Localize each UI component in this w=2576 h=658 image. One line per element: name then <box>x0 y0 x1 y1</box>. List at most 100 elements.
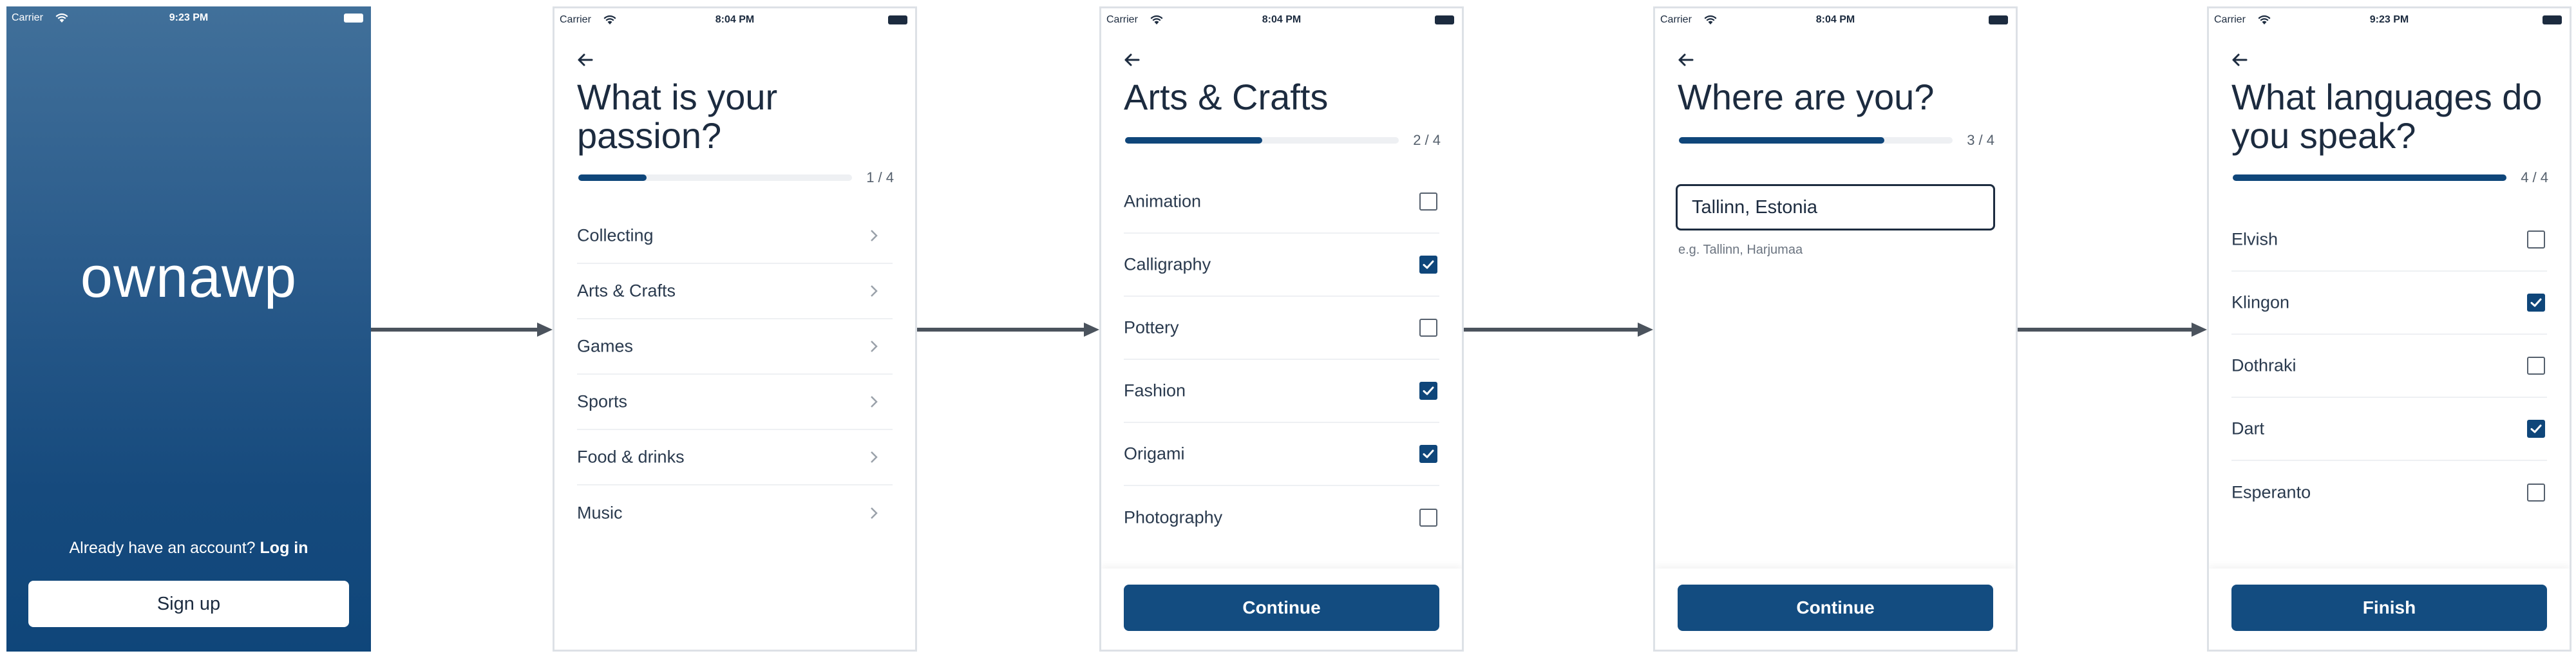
chevron-right-icon <box>871 230 878 241</box>
page-title: What languages do you speak? <box>2231 77 2543 156</box>
login-prompt-text: Already have an account? <box>69 539 256 557</box>
finish-button[interactable]: Finish <box>2231 585 2547 631</box>
checkbox[interactable] <box>2527 230 2545 249</box>
page-title: Where are you? <box>1678 77 1935 117</box>
list-item[interactable]: Dart <box>2231 398 2547 461</box>
chevron-right-icon <box>871 396 878 408</box>
checkbox-list: Animation Calligraphy Pottery Fashion Or… <box>1124 171 1439 549</box>
list-item-label: Esperanto <box>2231 482 2311 502</box>
footer-bar: Finish <box>2209 569 2570 650</box>
checkbox[interactable] <box>1419 193 1437 211</box>
progress-label: 2 / 4 <box>1413 132 1441 148</box>
battery-icon <box>1989 15 2008 24</box>
list-item-label: Dart <box>2231 418 2265 438</box>
list-item-label: Pottery <box>1124 317 1179 337</box>
checkmark-icon <box>2530 298 2542 307</box>
list-item[interactable]: Food & drinks <box>577 430 893 485</box>
list-item-label: Games <box>577 336 634 356</box>
progress-label: 4 / 4 <box>2521 169 2548 185</box>
arrow-left-icon[interactable] <box>573 47 598 73</box>
arrow-left-icon[interactable] <box>1119 47 1145 73</box>
checkbox[interactable] <box>2527 484 2545 502</box>
status-time: 8:04 PM <box>715 14 755 25</box>
battery-icon <box>344 14 363 23</box>
list-item[interactable]: Fashion <box>1124 360 1439 423</box>
checkbox[interactable] <box>2527 420 2545 438</box>
app-logo-text: ownawp <box>80 245 298 310</box>
list-item[interactable]: Games <box>577 319 893 375</box>
status-bar: Carrier 9:23 PM <box>2209 8 2570 32</box>
passion-list: Collecting Arts & Crafts Games Sports Fo… <box>577 209 893 541</box>
continue-button[interactable]: Continue <box>1678 585 1993 631</box>
page-title: What is your passion? <box>577 77 778 156</box>
list-item[interactable]: Klingon <box>2231 272 2547 335</box>
progress-label: 3 / 4 <box>1967 132 1994 148</box>
status-bar: Carrier 8:04 PM <box>554 8 915 32</box>
list-item[interactable]: Calligraphy <box>1124 234 1439 297</box>
list-item[interactable]: Music <box>577 485 893 541</box>
list-item-label: Arts & Crafts <box>577 281 676 301</box>
checkbox[interactable] <box>2527 357 2545 375</box>
list-item[interactable]: Origami <box>1124 423 1439 486</box>
list-item-label: Food & drinks <box>577 447 685 467</box>
arts-crafts-screen: Carrier 8:04 PM Arts & Crafts 2 / 4 Anim… <box>1099 6 1464 652</box>
progress-label: 1 / 4 <box>866 169 894 185</box>
checkbox[interactable] <box>1419 382 1437 400</box>
progress-fill <box>2233 174 2506 181</box>
list-item[interactable]: Elvish <box>2231 209 2547 272</box>
status-bar: Carrier 9:23 PM <box>6 6 371 30</box>
list-item[interactable]: Collecting <box>577 209 893 264</box>
list-item-label: Collecting <box>577 225 654 245</box>
location-screen: Carrier 8:04 PM Where are you? 3 / 4 Tal… <box>1653 6 2018 652</box>
list-item[interactable]: Animation <box>1124 171 1439 234</box>
status-time: 9:23 PM <box>2369 14 2409 25</box>
checkbox[interactable] <box>1419 445 1437 463</box>
progress-fill <box>1679 137 1884 144</box>
chevron-right-icon <box>871 285 878 297</box>
arrow-left-icon[interactable] <box>2227 47 2253 73</box>
login-link[interactable]: Log in <box>260 539 308 557</box>
status-time: 8:04 PM <box>1815 14 1855 25</box>
list-item[interactable]: Sports <box>577 375 893 430</box>
checkmark-icon <box>2530 424 2542 433</box>
list-item-label: Elvish <box>2231 229 2278 249</box>
chevron-right-icon <box>871 507 878 519</box>
page-title: Arts & Crafts <box>1124 77 1329 117</box>
list-item[interactable]: Esperanto <box>2231 461 2547 524</box>
checkbox[interactable] <box>2527 294 2545 312</box>
welcome-screen: Carrier 9:23 PM ownawp Already have an a… <box>6 6 371 652</box>
signup-button[interactable]: Sign up <box>28 581 349 627</box>
checkbox[interactable] <box>1419 509 1437 527</box>
location-input[interactable]: Tallinn, Estonia <box>1676 184 1995 230</box>
list-item-label: Photography <box>1124 507 1223 527</box>
list-item-label: Animation <box>1124 191 1202 211</box>
checkbox[interactable] <box>1419 319 1437 337</box>
status-bar: Carrier 8:04 PM <box>1101 8 1462 32</box>
flow-arrow <box>917 320 1099 339</box>
list-item[interactable]: Dothraki <box>2231 335 2547 398</box>
list-item-label: Sports <box>577 391 628 411</box>
location-hint: e.g. Tallinn, Harjumaa <box>1678 243 1803 257</box>
checkmark-icon <box>1423 260 1434 269</box>
checkmark-icon <box>1423 386 1434 395</box>
languages-screen: Carrier 9:23 PM What languages do you sp… <box>2207 6 2571 652</box>
flow-arrow <box>371 320 553 339</box>
list-item-label: Klingon <box>2231 292 2290 312</box>
checkbox-list: Elvish Klingon Dothraki Dart Esperanto <box>2231 209 2547 524</box>
battery-icon <box>1435 15 1454 24</box>
list-item[interactable]: Photography <box>1124 486 1439 549</box>
battery-icon <box>888 15 907 24</box>
status-time: 9:23 PM <box>169 12 209 23</box>
list-item-label: Origami <box>1124 444 1185 464</box>
battery-icon <box>2543 15 2562 24</box>
list-item[interactable]: Pottery <box>1124 297 1439 360</box>
progress-fill <box>1125 137 1262 144</box>
list-item-label: Fashion <box>1124 381 1186 400</box>
list-item-label: Dothraki <box>2231 355 2297 375</box>
list-item[interactable]: Arts & Crafts <box>577 264 893 319</box>
arrow-left-icon[interactable] <box>1673 47 1699 73</box>
checkbox[interactable] <box>1419 256 1437 274</box>
footer-bar: Continue <box>1101 569 1462 650</box>
progress-bar <box>2233 174 2506 181</box>
continue-button[interactable]: Continue <box>1124 585 1439 631</box>
